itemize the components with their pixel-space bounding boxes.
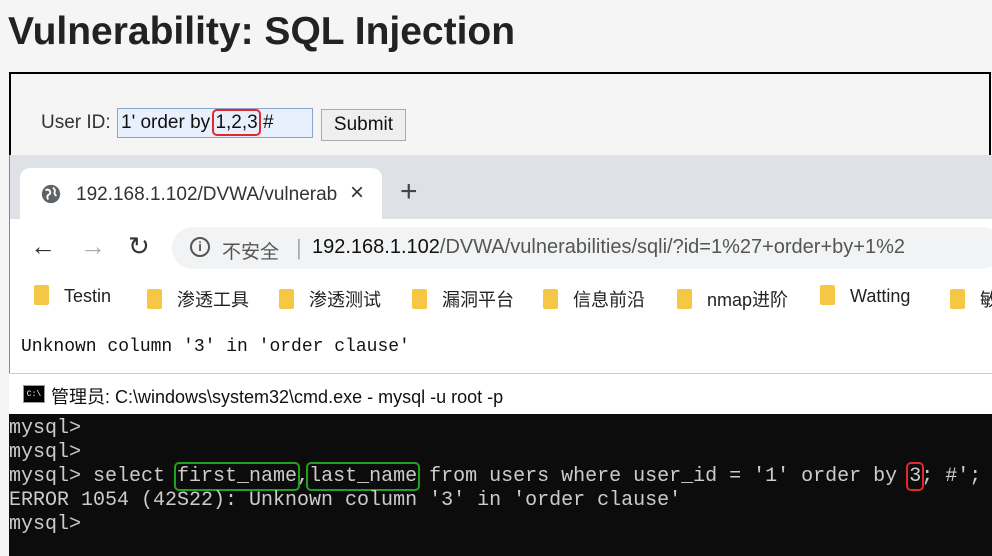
bookmark-pentest-tools[interactable]: 渗透工具: [147, 286, 249, 312]
bookmark-nmap[interactable]: nmap进阶: [677, 286, 788, 312]
browser-page-content: Unknown column '3' in 'order clause': [10, 321, 992, 373]
bookmark-vuln-platform[interactable]: 漏洞平台: [412, 286, 514, 312]
bookmark-testin[interactable]: Testin: [34, 285, 112, 312]
insecure-label: 不安全: [222, 242, 280, 263]
browser-window: 192.168.1.102/DVWA/vulnerab × + ← → ↻ i …: [9, 155, 992, 373]
cmd-icon: C:\: [23, 385, 45, 403]
forward-arrow-icon[interactable]: →: [80, 231, 106, 262]
cmd-window-titlebar: C:\ 管理员: C:\windows\system32\cmd.exe - m…: [9, 373, 992, 415]
url-path: /DVWA/vulnerabilities/sqli/?id=1%27+orde…: [439, 236, 905, 258]
folder-icon: [34, 285, 49, 306]
bookmark-label: Testin: [64, 286, 112, 306]
bookmark-label: 渗透工具: [177, 290, 249, 310]
query-order-number: 3: [906, 462, 925, 491]
bookmarks-bar: Testin 渗透工具 渗透测试 漏洞平台 信息前沿 nmap进阶 Wattin…: [10, 277, 992, 322]
cmd-window-title: 管理员: C:\windows\system32\cmd.exe - mysql…: [51, 387, 504, 407]
folder-icon: [820, 285, 835, 306]
input-suffix-text: #: [257, 112, 274, 133]
input-highlight-text: 1,2,3: [212, 109, 261, 136]
sql-error-message: Unknown column '3' in 'order clause': [21, 337, 410, 357]
bookmark-label: 信息前沿: [573, 290, 645, 310]
bookmark-label: nmap进阶: [707, 290, 789, 310]
input-prefix-text: 1' order by: [121, 112, 216, 133]
address-separator: |: [296, 235, 302, 260]
query-middle: from users where user_id = '1' order by: [417, 465, 910, 488]
tab-strip: 192.168.1.102/DVWA/vulnerab × +: [10, 155, 992, 219]
page-title: Vulnerability: SQL Injection: [8, 10, 516, 53]
bookmark-label: 敏: [980, 290, 992, 310]
submit-button[interactable]: Submit: [321, 109, 406, 141]
folder-icon: [412, 289, 427, 310]
query-comma: ,: [297, 465, 310, 488]
browser-toolbar: ← → ↻ i 不安全 | 192.168.1.102/DVWA/vulnera…: [10, 219, 992, 277]
query-end: ; #';: [921, 465, 982, 488]
terminal-line: mysql>: [9, 513, 82, 536]
query-column-first-name: first_name: [174, 462, 301, 491]
url-host: 192.168.1.102: [312, 236, 440, 258]
bookmark-label: 渗透测试: [309, 290, 381, 310]
vulnerable-form-box: User ID: 1' order by 1,2,3 # Submit: [9, 72, 991, 156]
query-prompt: mysql> select: [9, 465, 178, 488]
browser-tab[interactable]: 192.168.1.102/DVWA/vulnerab ×: [20, 168, 382, 219]
folder-icon: [147, 289, 162, 310]
new-tab-button[interactable]: +: [400, 177, 418, 207]
folder-icon: [950, 289, 965, 310]
url-text: 192.168.1.102/DVWA/vulnerabilities/sqli/…: [312, 236, 905, 259]
folder-icon: [279, 289, 294, 310]
terminal-line: mysql>: [9, 441, 82, 464]
terminal[interactable]: mysql> mysql> mysql> select first_name,l…: [9, 414, 992, 556]
bookmark-info-frontier[interactable]: 信息前沿: [543, 286, 645, 312]
terminal-error-line: ERROR 1054 (42S22): Unknown column '3' i…: [9, 489, 682, 512]
user-id-label: User ID:: [41, 112, 111, 133]
user-id-input[interactable]: 1' order by 1,2,3 #: [117, 108, 313, 138]
tab-close-icon[interactable]: ×: [350, 179, 364, 207]
tab-title: 192.168.1.102/DVWA/vulnerab: [76, 184, 338, 205]
bookmark-watting[interactable]: Watting: [820, 285, 911, 312]
terminal-query-line: mysql> select first_name,last_name from …: [9, 462, 982, 491]
bookmark-label: Watting: [850, 286, 911, 306]
reload-icon[interactable]: ↻: [128, 231, 150, 262]
folder-icon: [677, 289, 692, 310]
folder-icon: [543, 289, 558, 310]
bookmark-pentest[interactable]: 渗透测试: [279, 286, 381, 312]
info-icon[interactable]: i: [190, 237, 210, 257]
address-bar[interactable]: i 不安全 | 192.168.1.102/DVWA/vulnerabiliti…: [172, 227, 992, 269]
back-arrow-icon[interactable]: ←: [30, 231, 56, 262]
bookmark-more[interactable]: 敏: [950, 286, 992, 312]
query-column-last-name: last_name: [306, 462, 421, 491]
terminal-line: mysql>: [9, 417, 82, 440]
bookmark-label: 漏洞平台: [442, 290, 514, 310]
globe-icon: [41, 184, 61, 204]
